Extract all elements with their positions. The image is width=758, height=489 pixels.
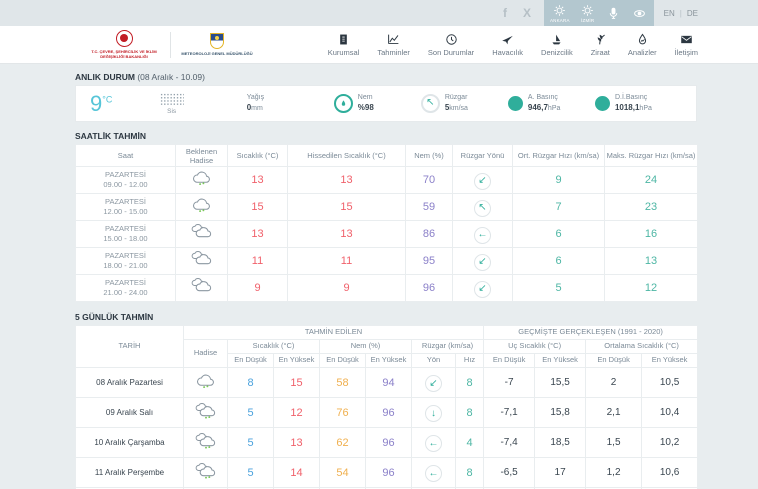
current-conditions-title: ANLIK DURUM (08 Aralık - 10.09)	[75, 72, 205, 82]
humidity-drop-icon	[333, 93, 353, 113]
sailboat-icon	[550, 32, 563, 46]
weather-icon	[183, 427, 228, 458]
chart-icon	[387, 32, 400, 46]
nav-havacilik[interactable]: Havacılık	[492, 32, 523, 57]
language-switcher: EN | DE	[664, 9, 698, 18]
current-conditions-bar: 9°C Sis Yağış 0mm Nem %98 ↖ Rüzgar 5km/sa A…	[75, 85, 697, 122]
wind-direction-arrow: ←	[474, 226, 491, 244]
wind-direction-arrow: ←	[425, 435, 442, 453]
weather-icon	[175, 247, 228, 275]
clock-icon	[445, 32, 458, 46]
daily-forecast-title: 5 GÜNLÜK TAHMİN	[75, 312, 154, 322]
wind-direction-icon: ↖	[420, 93, 440, 113]
site-header: T.C. ÇEVRE, ŞEHİRCİLİK VE İKLİM DEĞİŞİKL…	[0, 26, 758, 64]
nav-iletisim[interactable]: İletişim	[675, 32, 698, 57]
nav-denizcilik[interactable]: Denizcilik	[541, 32, 573, 57]
wind-direction-arrow: ↖	[474, 199, 491, 217]
fog-icon	[159, 92, 184, 106]
current-condition: Sis	[159, 92, 247, 115]
current-precipitation: Yağış 0mm	[246, 94, 265, 112]
nav-kurumsal[interactable]: Kurumsal	[328, 32, 359, 57]
mgm-logo-text: METEOROLOJİ GENEL MÜDÜRLÜĞÜ	[181, 50, 253, 56]
wind-direction-arrow: ↙	[474, 172, 491, 190]
lang-en[interactable]: EN	[664, 9, 675, 18]
pressure-dot-icon	[507, 95, 523, 111]
weather-icon	[175, 166, 228, 194]
weather-icon	[183, 457, 228, 488]
wind-direction-arrow: ←	[425, 465, 442, 483]
hourly-row: PAZARTESİ 21.00 - 24.00 9 9 96 ↙ 5 12	[75, 274, 698, 302]
ministry-logo[interactable]: T.C. ÇEVRE, ŞEHİRCİLİK VE İKLİM DEĞİŞİKL…	[88, 29, 160, 59]
weather-icon	[183, 367, 228, 398]
logo-area: T.C. ÇEVRE, ŞEHİRCİLİK VE İKLİM DEĞİŞİKL…	[88, 26, 253, 63]
lang-de[interactable]: DE	[687, 9, 698, 18]
wind-direction-arrow: ↙	[474, 253, 491, 271]
wind-direction-arrow: ↙	[425, 375, 442, 393]
nav-analizler[interactable]: Analizler	[628, 32, 657, 57]
current-pressure-sea-level: D.İ.Basınç 1018,1hPa	[594, 93, 682, 113]
city-weather-izmir[interactable]: İZMİR	[580, 2, 596, 24]
wind-direction-arrow: ↙	[474, 280, 491, 298]
wind-direction-arrow: ↓	[425, 405, 442, 423]
nav-tahminler[interactable]: Tahminler	[377, 32, 410, 57]
mgm-shield-icon	[210, 32, 224, 49]
daily-header-groups: TARİH TAHMİN EDİLEN GEÇMİŞTE GERÇEKLEŞEN…	[75, 325, 699, 368]
building-icon	[337, 32, 350, 46]
sun-cloud-icon	[552, 2, 568, 18]
facebook-icon[interactable]: f	[494, 0, 516, 26]
hourly-row: PAZARTESİ 18.00 - 21.00 11 11 95 ↙ 6 13	[75, 247, 698, 275]
top-utility-bar: f X ANKARA İZMİR EN | DE	[0, 0, 758, 26]
nav-son-durumlar[interactable]: Son Durumlar	[428, 32, 474, 57]
main-nav: Kurumsal Tahminler Son Durumlar Havacılı…	[328, 32, 698, 57]
weather-icon	[175, 274, 228, 302]
hourly-row: PAZARTESİ 12.00 - 15.00 15 15 59 ↖ 7 23	[75, 193, 698, 221]
accessibility-eye-icon[interactable]	[632, 5, 648, 21]
ministry-logo-text: T.C. ÇEVRE, ŞEHİRCİLİK VE İKLİM DEĞİŞİKL…	[91, 48, 157, 59]
hourly-row: PAZARTESİ 09.00 - 12.00 13 13 70 ↙ 9 24	[75, 166, 698, 194]
hourly-forecast-table: Saat Beklenen Hadise Sıcaklık (°C) Hisse…	[75, 144, 698, 302]
logo-divider	[170, 31, 171, 58]
wheat-icon	[594, 32, 607, 46]
daily-forecast-table: TARİH TAHMİN EDİLEN GEÇMİŞTE GERÇEKLEŞEN…	[75, 325, 699, 489]
hourly-forecast-title: SAATLİK TAHMİN	[75, 131, 146, 141]
ministry-emblem-icon	[115, 29, 133, 47]
droplet-icon	[636, 32, 649, 46]
mgm-logo[interactable]: METEOROLOJİ GENEL MÜDÜRLÜĞÜ	[181, 32, 253, 56]
hourly-header-row: Saat Beklenen Hadise Sıcaklık (°C) Hisse…	[75, 144, 698, 167]
current-temperature: 9°C	[90, 90, 113, 116]
top-tools: ANKARA İZMİR	[543, 0, 654, 26]
plane-icon	[501, 32, 514, 46]
current-pressure-actual: A. Basınç 946,7hPa	[507, 93, 595, 113]
daily-row: 09 Aralık Salı 5 12 76 96 ↓ 8 -7,1 15,8 …	[75, 397, 699, 428]
daily-row: 10 Aralık Çarşamba 5 13 62 96 ← 4 -7,4 1…	[75, 427, 699, 458]
city-weather-ankara[interactable]: ANKARA	[550, 2, 570, 24]
city-widget-label: ANKARA	[549, 18, 570, 24]
x-twitter-icon[interactable]: X	[516, 0, 538, 26]
weather-icon	[175, 193, 228, 221]
page-content: ANLIK DURUM (08 Aralık - 10.09) 9°C Sis …	[75, 64, 699, 489]
current-humidity: Nem %98	[333, 93, 421, 113]
daily-row: 08 Aralık Pazartesi 8 15 58 94 ↙ 8 -7 15…	[75, 367, 699, 398]
envelope-icon	[680, 32, 693, 46]
nav-ziraat[interactable]: Ziraat	[591, 32, 610, 57]
sun-cloud-icon	[580, 2, 596, 18]
city-widget-label: İZMİR	[581, 18, 595, 24]
microphone-icon[interactable]	[606, 5, 622, 21]
lang-separator: |	[679, 8, 682, 18]
weather-icon	[175, 220, 228, 248]
pressure-dot-icon	[594, 95, 610, 111]
daily-row: 11 Aralık Perşembe 5 14 54 96 ← 8 -6,5 1…	[75, 457, 699, 488]
current-wind: ↖ Rüzgar 5km/sa	[420, 93, 508, 113]
hourly-row: PAZARTESİ 15.00 - 18.00 13 13 86 ← 6 16	[75, 220, 698, 248]
weather-icon	[183, 397, 228, 428]
